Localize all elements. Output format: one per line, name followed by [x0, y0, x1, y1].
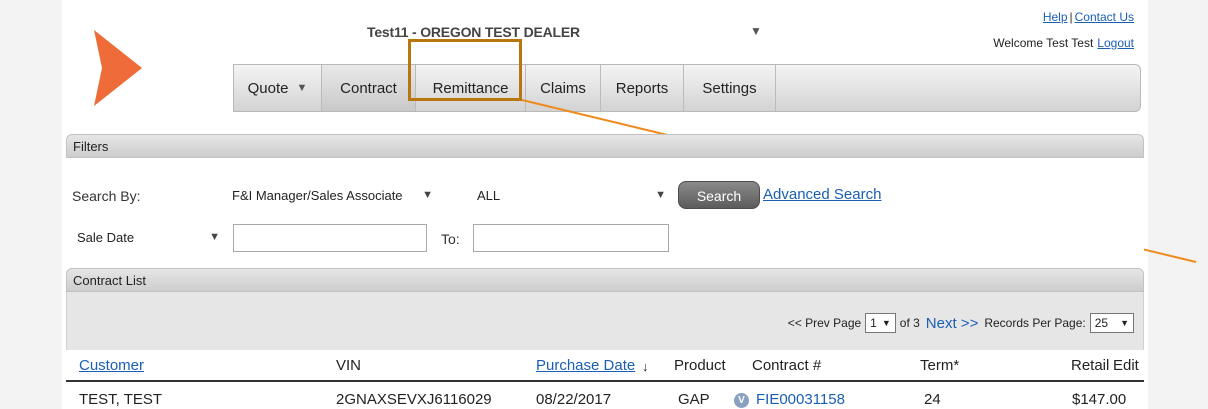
welcome-text: Welcome Test Test: [993, 36, 1094, 50]
prev-page-link[interactable]: << Prev Page: [788, 316, 861, 330]
search-by-label: Search By:: [72, 188, 141, 204]
date-field-value: Sale Date: [77, 230, 135, 245]
dealer-title: Test11 - OREGON TEST DEALER: [367, 24, 580, 40]
search-by-select[interactable]: F&I Manager/Sales Associate ▼: [227, 184, 441, 210]
page-count: of 3: [899, 316, 920, 330]
nav-reports-label: Reports: [615, 79, 669, 97]
advanced-search-link[interactable]: Advanced Search: [763, 186, 881, 203]
chevron-down-icon: ▼: [655, 189, 666, 201]
cell-term: 24: [924, 391, 941, 408]
pager: << Prev Page 1 ▼ of 3 Next >> Records Per…: [788, 313, 1138, 333]
main-nav: Quote ▼ Contract Remittance Claims Report…: [233, 64, 1141, 112]
to-label: To:: [441, 231, 460, 247]
top-links: Help | Contact Us: [1043, 10, 1134, 24]
search-button[interactable]: Search: [678, 181, 760, 209]
nav-contract-label: Contract: [340, 79, 397, 97]
page-select[interactable]: 1 ▼: [865, 313, 896, 333]
scope-select[interactable]: ALL ▼: [472, 184, 674, 210]
cell-vin: 2GNAXSEVXJ6116029: [336, 391, 492, 408]
records-per-page-value: 25: [1094, 316, 1109, 330]
dealer-dropdown-icon[interactable]: ▼: [750, 24, 762, 38]
remittance-highlight-box: [408, 39, 522, 101]
col-customer[interactable]: Customer: [79, 357, 144, 374]
records-per-page-select[interactable]: 25 ▼: [1089, 313, 1134, 333]
col-vin: VIN: [336, 357, 362, 374]
chevron-down-icon: ▼: [881, 318, 891, 328]
verified-badge-icon[interactable]: V: [734, 393, 749, 408]
chevron-down-icon: ▼: [209, 231, 220, 243]
logout-link[interactable]: Logout: [1097, 36, 1134, 50]
nav-claims-label: Claims: [540, 79, 586, 97]
col-product: Product: [674, 357, 726, 374]
chevron-down-icon: ▼: [296, 82, 308, 94]
nav-settings-label: Settings: [702, 79, 757, 97]
col-contract-number: Contract #: [752, 357, 822, 374]
cell-purchase-date: 08/22/2017: [536, 391, 612, 408]
welcome-line: Welcome Test Test Logout: [993, 36, 1134, 50]
nav-claims[interactable]: Claims: [526, 65, 601, 111]
cell-product: GAP: [678, 391, 710, 408]
nav-settings[interactable]: Settings: [684, 65, 776, 111]
filters-header: Filters: [66, 134, 1144, 158]
left-gutter: [0, 0, 62, 409]
search-by-value: F&I Manager/Sales Associate: [232, 188, 403, 203]
sort-down-icon: ↓: [642, 359, 649, 374]
nav-quote[interactable]: Quote ▼: [234, 65, 322, 111]
contact-us-link[interactable]: Contact Us: [1075, 10, 1134, 24]
cell-contract-link[interactable]: FIE00031158: [756, 391, 845, 408]
help-link[interactable]: Help: [1043, 10, 1068, 24]
contract-list-header: Contract List: [66, 268, 1144, 292]
date-from-input[interactable]: [233, 224, 427, 252]
app-frame: Test11 - OREGON TEST DEALER ▼ Help | Conta…: [0, 0, 1208, 409]
link-separator: |: [1069, 10, 1073, 24]
date-field-select[interactable]: Sale Date ▼: [72, 226, 228, 252]
date-to-input[interactable]: [473, 224, 669, 252]
page-select-value: 1: [870, 316, 877, 330]
right-gutter: [1148, 0, 1208, 409]
nav-contract[interactable]: Contract: [322, 65, 416, 111]
col-purchase-date[interactable]: Purchase Date: [536, 357, 635, 374]
cell-customer: TEST, TEST: [79, 391, 163, 408]
chevron-logo-icon: [94, 30, 142, 106]
chevron-down-icon: ▼: [422, 189, 433, 201]
records-per-page-label: Records Per Page:: [984, 316, 1086, 330]
nav-quote-label: Quote: [247, 79, 289, 97]
scope-value: ALL: [477, 188, 501, 203]
chevron-down-icon: ▼: [1120, 318, 1129, 328]
col-edit: Edit: [1113, 357, 1139, 374]
col-term: Term*: [920, 357, 960, 374]
next-page-link[interactable]: Next >>: [926, 315, 979, 332]
nav-reports[interactable]: Reports: [601, 65, 684, 111]
col-retail: Retail: [1071, 357, 1110, 374]
cell-retail: $147.00: [1072, 391, 1127, 408]
